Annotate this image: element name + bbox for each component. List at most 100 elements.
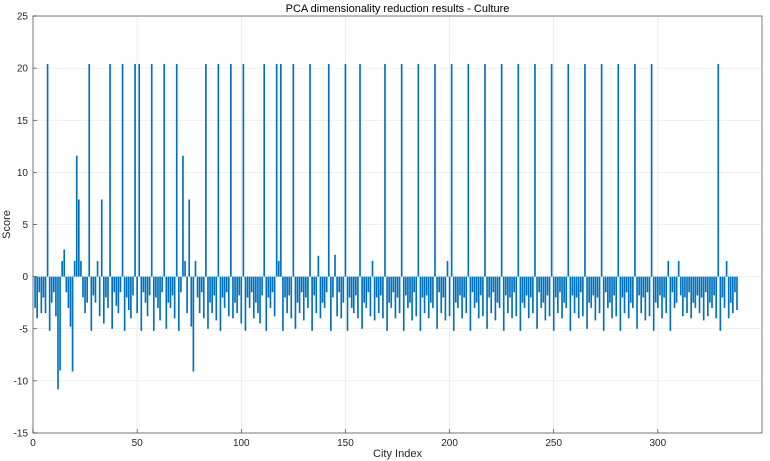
bar — [415, 276, 418, 317]
bar — [729, 276, 732, 303]
bar — [182, 155, 184, 277]
bar — [523, 276, 526, 308]
bar — [71, 276, 74, 372]
bar — [665, 276, 668, 314]
bar — [561, 276, 563, 319]
bar — [448, 276, 451, 317]
bar — [340, 276, 343, 319]
bar — [617, 63, 620, 277]
bar — [621, 276, 624, 298]
bar — [311, 276, 313, 331]
bar — [305, 276, 307, 298]
bar — [84, 276, 86, 314]
bar — [200, 276, 203, 293]
bar — [377, 276, 380, 314]
bar — [230, 63, 232, 277]
bar — [198, 276, 201, 314]
y-tick-label: -5 — [19, 324, 28, 335]
bar — [259, 276, 261, 324]
bar — [402, 276, 405, 331]
bar — [363, 276, 366, 303]
bar — [188, 199, 191, 277]
bar — [398, 276, 401, 314]
bar — [534, 63, 536, 277]
bar — [286, 276, 288, 314]
bar — [273, 276, 276, 317]
bar — [275, 63, 278, 277]
bar — [661, 276, 663, 319]
bar — [155, 276, 157, 298]
bar — [63, 249, 66, 277]
bar — [554, 276, 557, 298]
bar — [350, 276, 353, 308]
bar — [409, 276, 411, 303]
bar — [238, 276, 241, 296]
bar — [396, 276, 399, 298]
bar — [50, 276, 53, 303]
bar — [579, 276, 582, 293]
bar — [513, 276, 515, 293]
bar — [721, 276, 724, 298]
bar — [657, 276, 659, 308]
bar — [469, 276, 472, 331]
bar — [144, 276, 147, 303]
bar — [357, 276, 359, 319]
bar — [650, 63, 653, 277]
bar — [327, 63, 330, 277]
bar — [48, 276, 51, 331]
bar — [107, 276, 109, 308]
bar — [307, 276, 309, 308]
bar — [690, 276, 693, 319]
bar — [57, 276, 59, 390]
bar — [42, 276, 45, 298]
bar — [736, 276, 738, 310]
bar — [732, 276, 734, 314]
bar — [436, 276, 438, 329]
y-tick-label: 0 — [22, 272, 28, 283]
bar — [267, 276, 270, 298]
bar — [521, 276, 524, 303]
bar — [517, 63, 520, 277]
bar — [269, 276, 272, 308]
bar — [698, 276, 701, 314]
y-tick-label: 15 — [17, 116, 29, 127]
bar — [271, 276, 274, 293]
bar — [219, 276, 222, 331]
bar — [61, 260, 63, 277]
bar — [342, 276, 345, 303]
bar — [629, 276, 632, 303]
bar — [234, 276, 236, 303]
bar — [440, 276, 443, 314]
bar — [707, 276, 709, 317]
bar — [725, 260, 728, 277]
bar — [77, 199, 80, 277]
bar — [100, 199, 103, 277]
bar — [334, 254, 336, 277]
bar — [704, 276, 707, 293]
bar — [475, 276, 478, 303]
bar — [713, 276, 715, 296]
bar — [194, 260, 197, 277]
bar — [121, 63, 124, 277]
bar — [34, 276, 36, 308]
bar — [669, 276, 672, 331]
bar — [473, 276, 476, 308]
bar — [686, 276, 688, 314]
bar — [623, 276, 626, 314]
bar — [146, 276, 149, 317]
bar — [613, 276, 615, 296]
bar — [405, 276, 407, 296]
bar — [317, 255, 320, 277]
bar — [679, 276, 682, 296]
bar — [632, 276, 634, 308]
y-tick-label: 20 — [17, 64, 29, 75]
bar — [82, 276, 84, 298]
bar — [444, 276, 447, 321]
bar — [284, 276, 286, 298]
bar — [159, 276, 161, 321]
bar — [244, 276, 247, 331]
bar — [352, 276, 355, 314]
bar — [236, 276, 238, 314]
bar — [582, 276, 584, 317]
bar — [367, 276, 370, 293]
